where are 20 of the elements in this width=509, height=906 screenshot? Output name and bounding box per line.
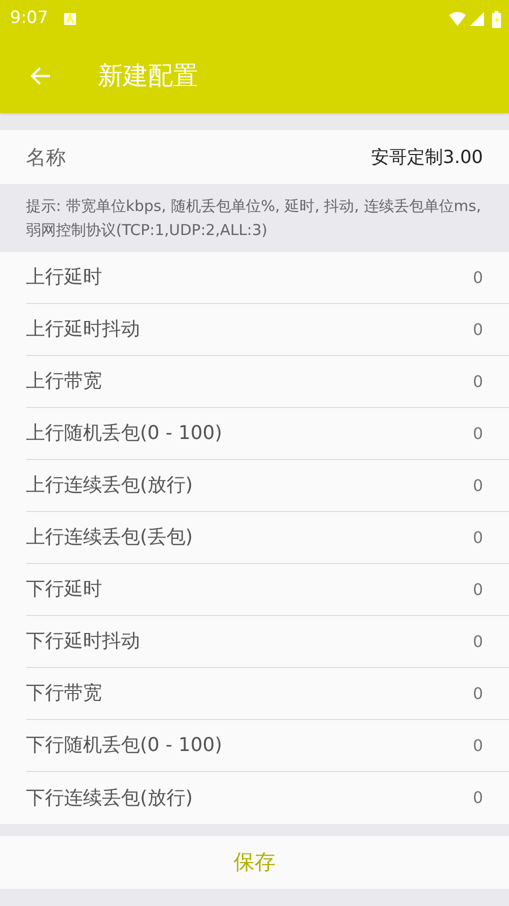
setting-row[interactable]: 上行连续丢包(放行) 0 — [26, 460, 509, 512]
setting-row[interactable]: 下行延时抖动 0 — [26, 616, 509, 668]
battery-icon — [492, 10, 501, 28]
signal-icon — [470, 12, 484, 26]
setting-row[interactable]: 上行带宽 0 — [26, 356, 509, 408]
setting-row[interactable]: 下行随机丢包(0 - 100) 0 — [26, 720, 509, 772]
setting-row[interactable]: 下行带宽 0 — [26, 668, 509, 720]
setting-row[interactable]: 上行延时抖动 0 — [26, 304, 509, 356]
setting-row[interactable]: 上行随机丢包(0 - 100) 0 — [26, 408, 509, 460]
setting-row[interactable]: 下行连续丢包(放行) 0 — [26, 772, 509, 824]
setting-row[interactable]: 上行连续丢包(丢包) 0 — [26, 512, 509, 564]
back-icon[interactable] — [29, 66, 51, 86]
notification-icon — [64, 13, 76, 25]
setting-row[interactable]: 下行延时 0 — [26, 564, 509, 616]
hint-text: 提示: 带宽单位kbps, 随机丢包单位%, 延时, 抖动, 连续丢包单位ms, 弱网控制协议(TCP:1,UDP:2,ALL:3) — [25, 196, 482, 241]
wifi-icon — [449, 12, 466, 26]
name-field[interactable]: 名称 安哥定制3.00 — [0, 130, 509, 184]
setting-row[interactable]: 上行延时 0 — [26, 252, 509, 304]
toolbar-title: 新建配置 — [98, 60, 198, 92]
status-time: 9:07 — [10, 7, 48, 30]
